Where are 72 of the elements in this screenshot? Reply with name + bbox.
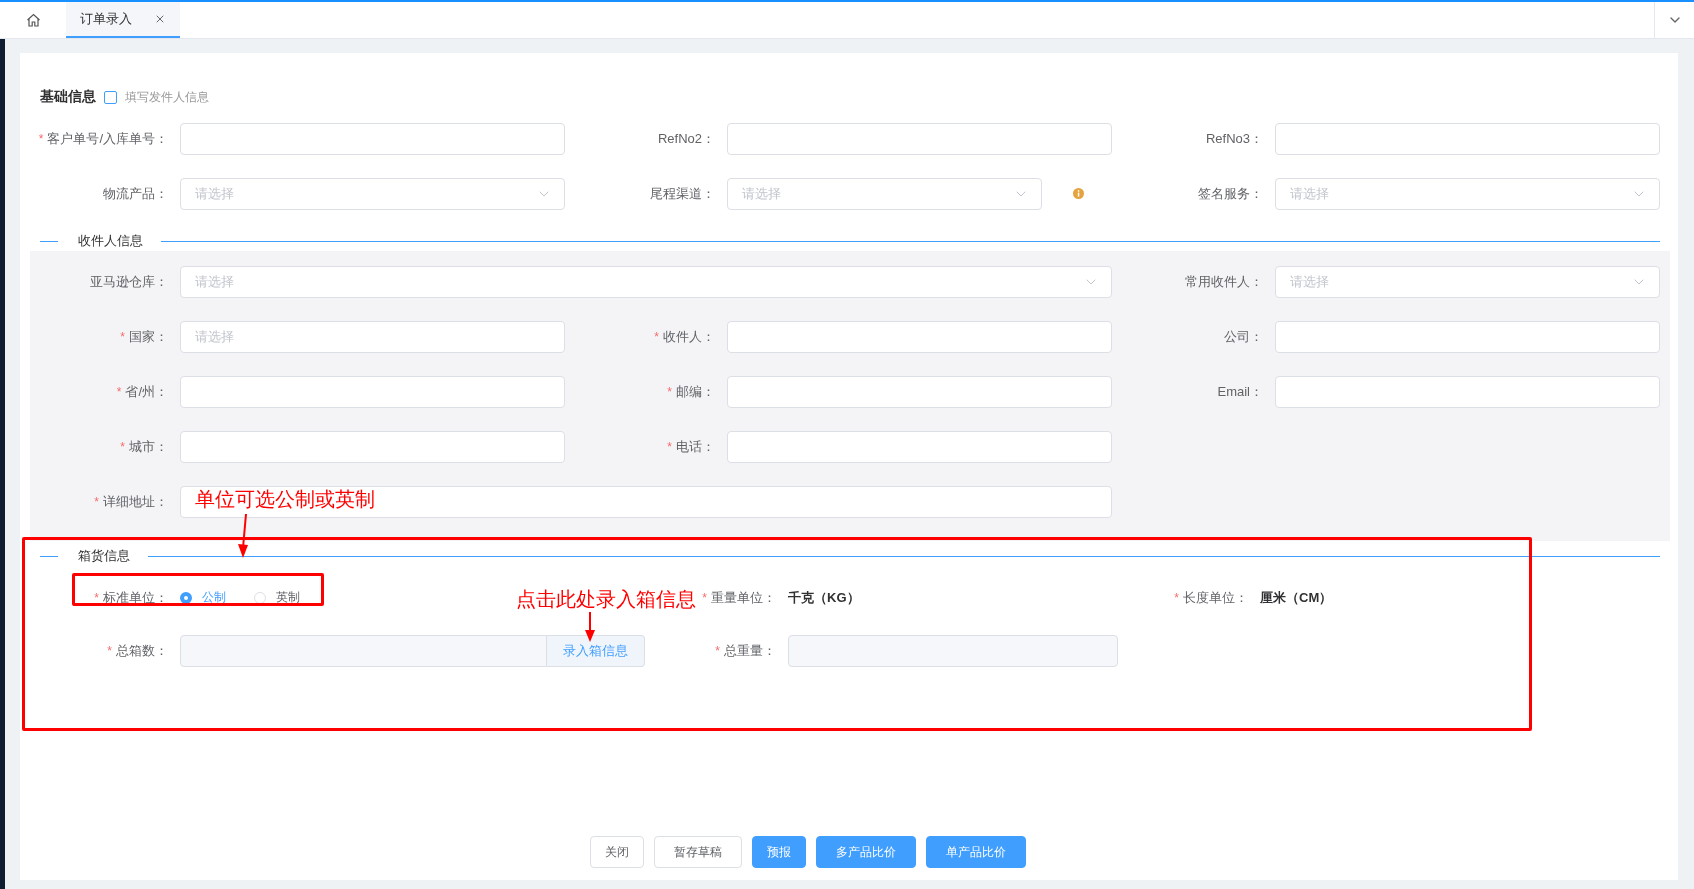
text-field[interactable] bbox=[180, 122, 565, 155]
action-button[interactable]: 关闭 bbox=[590, 836, 644, 868]
field-label: 电话： bbox=[676, 437, 715, 456]
text-field[interactable] bbox=[180, 485, 1112, 518]
text-field[interactable]: 请选择 bbox=[180, 320, 565, 353]
annotation-text: 单位可选公制或英制 bbox=[195, 487, 375, 512]
field-label: 邮编： bbox=[676, 382, 715, 401]
required-mark: * bbox=[654, 329, 659, 344]
section-title: 箱货信息 bbox=[78, 547, 130, 565]
required-mark: * bbox=[667, 384, 672, 399]
field-label: 物流产品： bbox=[103, 184, 168, 203]
action-button[interactable]: 预报 bbox=[752, 836, 806, 868]
action-button[interactable]: 多产品比价 bbox=[816, 836, 916, 868]
required-mark: * bbox=[94, 590, 99, 605]
field-label: 收件人： bbox=[663, 327, 715, 346]
field-label: 详细地址： bbox=[103, 492, 168, 511]
field-value: 千克（KG） bbox=[788, 588, 860, 607]
field-label: 客户单号/入库单号： bbox=[47, 129, 168, 148]
select-field[interactable]: 请选择 bbox=[180, 177, 565, 210]
text-field[interactable] bbox=[727, 320, 1112, 353]
select-field[interactable]: 请选择 bbox=[727, 177, 1042, 210]
section-title: 基础信息 bbox=[40, 88, 96, 106]
required-mark: * bbox=[94, 494, 99, 509]
required-mark: * bbox=[1174, 590, 1179, 605]
annotation-arrow bbox=[236, 514, 250, 558]
field-label: RefNo2： bbox=[657, 129, 715, 148]
select-field[interactable]: 请选择 bbox=[1275, 265, 1660, 298]
field-label: 总重量： bbox=[724, 641, 776, 660]
field-label: 公司： bbox=[1224, 327, 1263, 346]
text-field[interactable] bbox=[1275, 375, 1660, 408]
field-label: 国家： bbox=[129, 327, 168, 346]
field-value: 厘米（CM） bbox=[1260, 588, 1333, 607]
required-mark: * bbox=[120, 439, 125, 454]
required-mark: * bbox=[120, 329, 125, 344]
field-label: 省/州： bbox=[125, 382, 168, 401]
field-label: 签名服务： bbox=[1198, 184, 1263, 203]
field-label: 常用收件人： bbox=[1185, 272, 1263, 291]
required-mark: * bbox=[116, 384, 122, 399]
text-field[interactable] bbox=[727, 430, 1112, 463]
tab[interactable]: 订单录入 bbox=[66, 2, 180, 38]
field-label: 重量单位： bbox=[711, 588, 776, 607]
required-mark: * bbox=[702, 590, 707, 605]
action-button[interactable]: 暂存草稿 bbox=[654, 836, 742, 868]
close-icon[interactable] bbox=[154, 13, 166, 25]
text-field[interactable] bbox=[180, 375, 565, 408]
field-label: RefNo3： bbox=[1205, 129, 1263, 148]
radio-option[interactable]: 英制 bbox=[254, 589, 300, 606]
radio-option[interactable]: 公制 bbox=[180, 589, 226, 606]
section-title: 收件人信息 bbox=[78, 232, 143, 250]
annotation-arrow bbox=[584, 612, 596, 642]
field-label: 亚马逊仓库： bbox=[90, 272, 168, 291]
text-field[interactable] bbox=[727, 122, 1112, 155]
text-field[interactable] bbox=[180, 430, 565, 463]
required-mark: * bbox=[667, 439, 672, 454]
required-mark: * bbox=[107, 643, 112, 658]
field-label: 标准单位： bbox=[103, 588, 168, 607]
field-label: 城市： bbox=[129, 437, 168, 456]
action-button[interactable]: 单产品比价 bbox=[926, 836, 1026, 868]
checkbox-option[interactable]: 填写发件人信息 bbox=[104, 88, 209, 106]
required-mark: * bbox=[38, 131, 44, 146]
required-mark: * bbox=[715, 643, 720, 658]
text-field[interactable] bbox=[1275, 122, 1660, 155]
field-label: 长度单位： bbox=[1183, 588, 1248, 607]
select-field[interactable]: 请选择 bbox=[180, 265, 1112, 298]
annotation-text: 点击此处录入箱信息 bbox=[516, 587, 696, 612]
field-label: 总箱数： bbox=[116, 641, 168, 660]
info-icon bbox=[1073, 188, 1084, 199]
select-field[interactable]: 请选择 bbox=[1275, 177, 1660, 210]
text-field[interactable] bbox=[1275, 320, 1660, 353]
field-label: 尾程渠道： bbox=[650, 184, 715, 203]
field-label: Email： bbox=[1217, 382, 1263, 401]
text-field[interactable] bbox=[727, 375, 1112, 408]
